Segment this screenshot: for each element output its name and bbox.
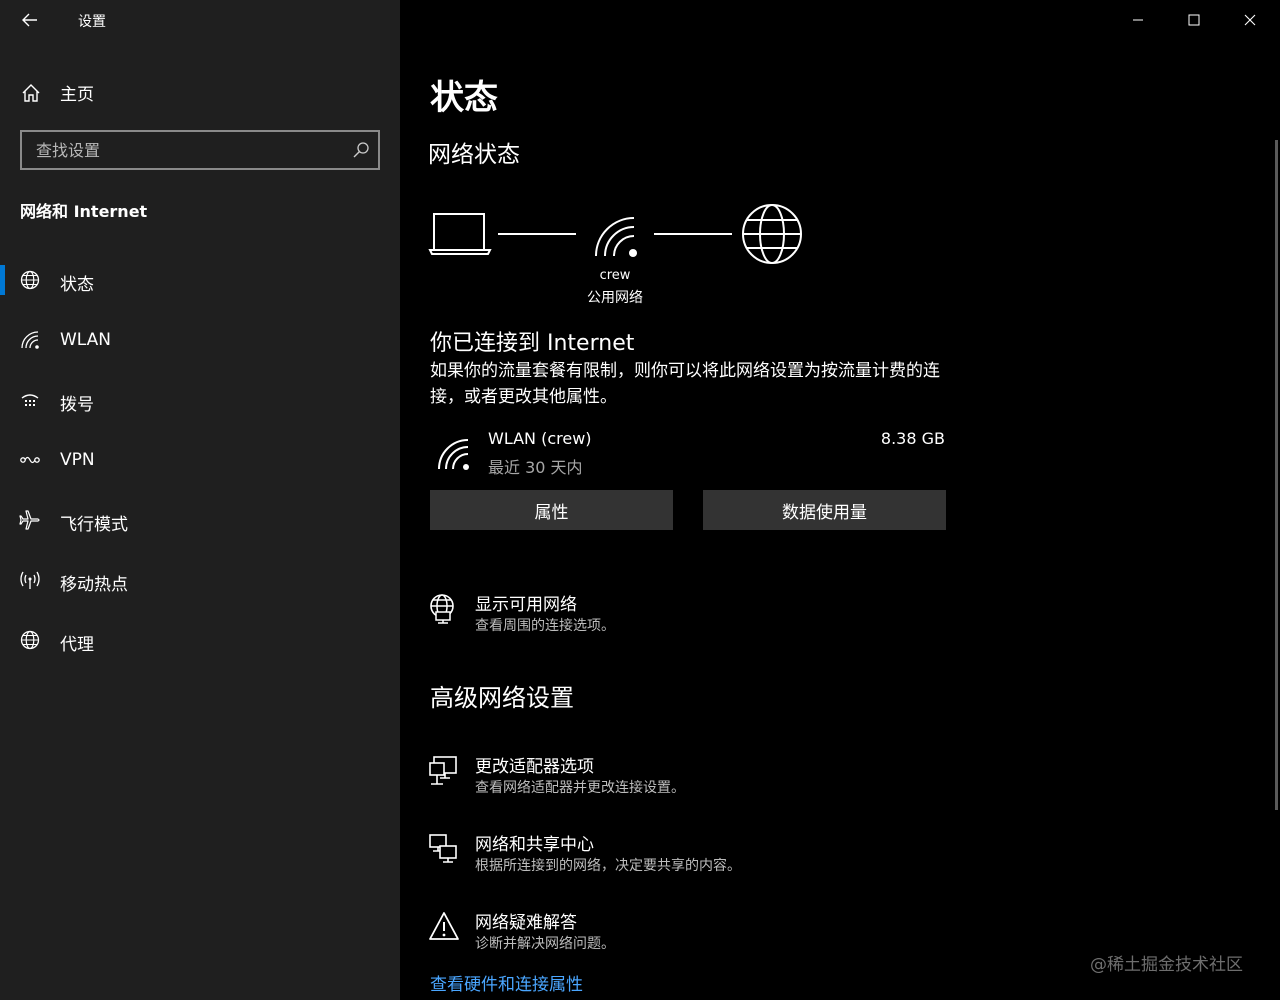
sidebar-item-home[interactable]: 主页 <box>0 70 400 114</box>
sidebar-item-label: 主页 <box>60 85 94 105</box>
laptop-icon <box>428 213 492 255</box>
selected-indicator <box>0 265 5 295</box>
search-input[interactable] <box>22 132 342 168</box>
link-title: 网络和共享中心 <box>475 835 594 855</box>
connection-name: WLAN (crew) <box>488 429 592 448</box>
watermark: @稀土掘金技术社区 <box>1090 955 1243 975</box>
sidebar-item-dialup[interactable]: 拨号 <box>0 370 400 430</box>
search-icon[interactable] <box>352 141 370 159</box>
hotspot-icon <box>20 571 40 589</box>
sharing-center-icon <box>429 834 457 863</box>
link-subtitle: 根据所连接到的网络，决定要共享的内容。 <box>475 858 741 874</box>
sidebar-item-label: 代理 <box>60 635 94 655</box>
sidebar-item-label: WLAN <box>60 330 112 350</box>
sidebar-item-label: 拨号 <box>60 395 94 415</box>
sidebar-item-hotspot[interactable]: 移动热点 <box>0 550 400 610</box>
sidebar-item-airplane[interactable]: 飞行模式 <box>0 490 400 550</box>
sharing-center-link[interactable]: 网络和共享中心 根据所连接到的网络，决定要共享的内容。 <box>428 830 928 880</box>
app-title: 设置 <box>78 14 106 30</box>
connection-row: WLAN (crew) 最近 30 天内 8.38 GB <box>430 425 950 485</box>
properties-button[interactable]: 属性 <box>430 490 673 530</box>
hardware-properties-link[interactable]: 查看硬件和连接属性 <box>430 970 583 995</box>
data-usage-value: 8.38 GB <box>880 429 945 448</box>
link-subtitle: 查看周围的连接选项。 <box>475 618 615 634</box>
available-networks-icon <box>430 594 454 624</box>
sidebar-item-vpn[interactable]: VPN <box>0 430 400 490</box>
globe-status-icon <box>20 270 40 290</box>
dialup-icon <box>21 394 39 406</box>
connected-title: 你已连接到 Internet <box>430 331 635 356</box>
link-title: 更改适配器选项 <box>475 757 594 777</box>
sidebar: 设置 主页 网络和 Internet 状态 <box>0 0 400 1000</box>
vpn-icon <box>20 456 40 464</box>
show-networks-link[interactable]: 显示可用网络 查看周围的连接选项。 <box>428 590 928 640</box>
sidebar-item-label: 状态 <box>60 275 94 295</box>
sidebar-item-proxy[interactable]: 代理 <box>0 610 400 670</box>
airplane-icon <box>19 510 40 530</box>
scrollbar[interactable] <box>1275 140 1278 810</box>
sidebar-nav: 状态 WLAN 拨号 VPN 飞行模式 移动热点 代理 <box>0 250 400 670</box>
internet-globe-icon <box>742 204 802 264</box>
adapter-icon <box>429 756 457 785</box>
sidebar-item-label: VPN <box>60 450 95 470</box>
link-subtitle: 查看网络适配器并更改连接设置。 <box>475 780 685 796</box>
connection-period: 最近 30 天内 <box>488 458 583 477</box>
back-arrow-icon <box>22 13 37 27</box>
data-usage-button[interactable]: 数据使用量 <box>703 490 946 530</box>
troubleshoot-link[interactable]: 网络疑难解答 诊断并解决网络问题。 <box>428 908 928 958</box>
network-status-title: 网络状态 <box>428 142 520 168</box>
sidebar-item-wlan[interactable]: WLAN <box>0 310 400 370</box>
network-ssid: crew <box>599 268 631 283</box>
wifi-icon <box>438 439 469 470</box>
main-content: 状态 网络状态 crew 公用网络 你已连接到 Internet 如果你的流量套… <box>400 0 1280 1000</box>
sidebar-item-status[interactable]: 状态 <box>0 250 400 310</box>
page-title: 状态 <box>430 78 498 118</box>
link-title: 网络疑难解答 <box>475 913 577 933</box>
wifi-signal-icon <box>595 217 637 257</box>
search-box <box>20 130 380 170</box>
section-title: 网络和 Internet <box>20 202 148 221</box>
globe-icon <box>20 630 40 650</box>
change-adapter-link[interactable]: 更改适配器选项 查看网络适配器并更改连接设置。 <box>428 752 928 802</box>
wifi-icon <box>21 331 39 349</box>
advanced-settings-title: 高级网络设置 <box>430 684 574 712</box>
back-button[interactable] <box>14 6 46 34</box>
warning-icon <box>429 912 459 940</box>
network-type: 公用网络 <box>587 290 643 306</box>
link-title: 显示可用网络 <box>475 595 577 615</box>
link-subtitle: 诊断并解决网络问题。 <box>475 936 615 952</box>
home-icon <box>22 84 40 102</box>
sidebar-item-label: 飞行模式 <box>60 515 128 535</box>
sidebar-item-label: 移动热点 <box>60 575 128 595</box>
connection-description: 如果你的流量套餐有限制，则你可以将此网络设置为按流量计费的连接，或者更改其他属性… <box>430 361 940 407</box>
